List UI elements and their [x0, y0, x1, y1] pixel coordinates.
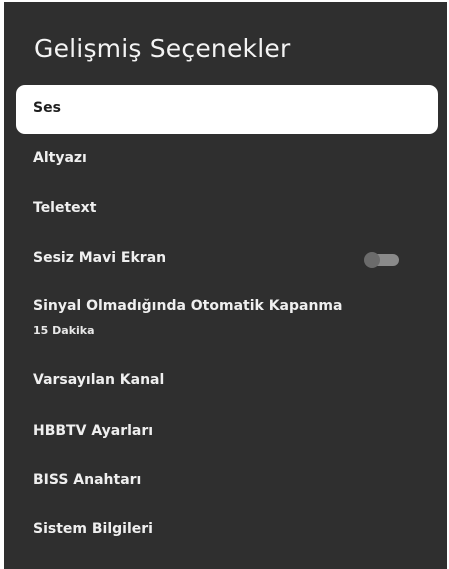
menu-item-label: Ses — [33, 100, 61, 116]
menu-item-sesiz-mavi-ekran[interactable]: Sesiz Mavi Ekran — [16, 250, 438, 272]
menu-item-label: Varsayılan Kanal — [33, 372, 165, 388]
menu-item-sinyal-otomatik-kapanma[interactable]: Sinyal Olmadığında Otomatik Kapanma 15 D… — [16, 298, 438, 342]
menu-item-sublabel: 15 Dakika — [33, 324, 95, 337]
page-title: Gelişmiş Seçenekler — [34, 34, 291, 63]
menu-item-varsayilan-kanal[interactable]: Varsayılan Kanal — [16, 372, 438, 394]
menu-item-label: Sesiz Mavi Ekran — [33, 250, 167, 266]
menu-item-hbbtv-ayarlari[interactable]: HBBTV Ayarları — [16, 423, 438, 445]
advanced-options-panel: Gelişmiş Seçenekler Ses Altyazı Teletext… — [4, 2, 447, 569]
sesiz-mavi-ekran-toggle[interactable] — [364, 252, 400, 268]
menu-item-label: HBBTV Ayarları — [33, 423, 154, 439]
menu-item-altyazi[interactable]: Altyazı — [16, 150, 438, 172]
menu-item-label: Altyazı — [33, 150, 87, 166]
toggle-knob — [364, 252, 380, 268]
menu-item-label: Teletext — [33, 200, 97, 216]
menu-item-biss-anahtari[interactable]: BISS Anahtarı — [16, 472, 438, 494]
menu-item-label: Sistem Bilgileri — [33, 521, 153, 537]
menu-item-sistem-bilgileri[interactable]: Sistem Bilgileri — [16, 521, 438, 543]
menu-item-ses[interactable]: Ses — [16, 85, 438, 134]
menu-item-label: BISS Anahtarı — [33, 472, 142, 488]
menu-item-teletext[interactable]: Teletext — [16, 200, 438, 222]
menu-item-label: Sinyal Olmadığında Otomatik Kapanma — [33, 298, 343, 314]
